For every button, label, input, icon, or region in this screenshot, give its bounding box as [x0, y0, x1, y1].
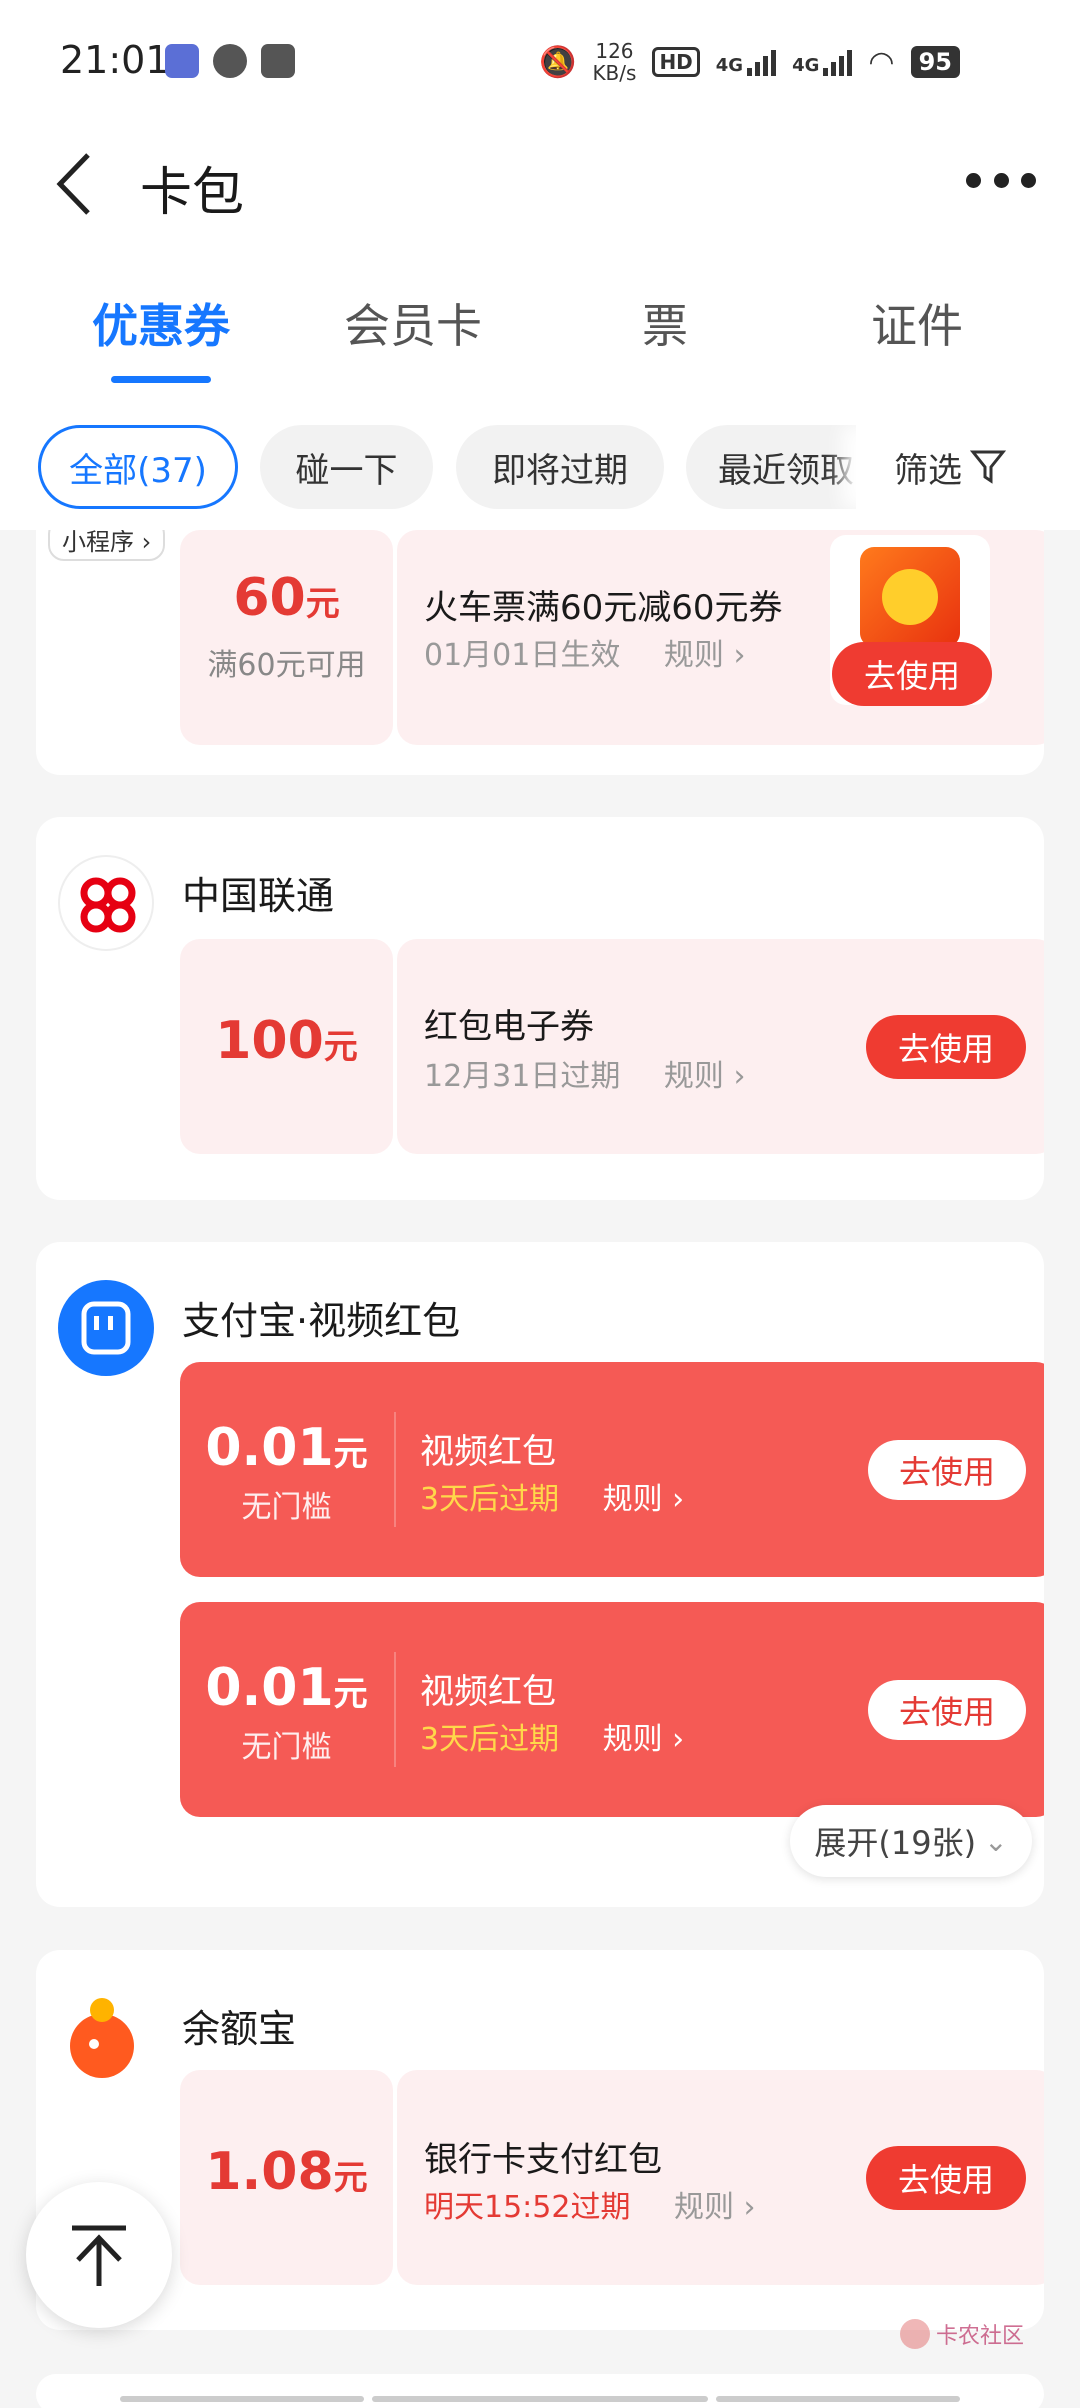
coupon-subline: 明天15:52过期 规则 › [424, 2182, 756, 2226]
coupon-bank-card-red-packet[interactable]: 1.08元 银行卡支付红包 明天15:52过期 规则 › 去使用 [180, 2070, 1044, 2285]
chevron-down-icon: ⌄ [984, 1824, 1008, 1858]
coupon-condition: 满60元可用 [207, 648, 366, 683]
status-time: 21:01 [60, 38, 170, 82]
coupon-amount: 60元 [233, 568, 340, 628]
filter-chips: 全部(37) 碰一下 即将过期 最近领取 筛选 [0, 425, 1080, 513]
status-bar: 21:01 🔕 126 KB/s HD 4G 4G ◠ 95 [0, 0, 1080, 125]
tab-tickets[interactable]: 票 [642, 290, 688, 356]
coupon-date: 01月01日生效 [424, 638, 621, 673]
android-app-icon [165, 44, 199, 78]
use-button[interactable]: 去使用 [868, 1680, 1026, 1740]
signal-4g-1: 4G [716, 48, 777, 76]
coupon-subline: 12月31日过期 规则 › [424, 1051, 745, 1095]
dot [966, 172, 981, 188]
tab-bar: 优惠券 会员卡 票 证件 [0, 290, 1080, 385]
mascot-image [860, 547, 960, 647]
page-indicator [0, 2396, 1080, 2406]
coupon-expire: 12月31日过期 [424, 1059, 621, 1094]
expand-label: 展开(19张) [814, 1824, 977, 1862]
page-title: 卡包 [140, 163, 245, 223]
coupon-expire: 明天15:52过期 [424, 2190, 631, 2225]
more-button[interactable] [966, 165, 1036, 195]
signal-4g-2: 4G [792, 48, 853, 76]
coupon-subline: 3天后过期 规则 › [420, 1714, 684, 1758]
unicom-logo [58, 855, 154, 951]
dot [993, 172, 1009, 188]
arrow-up-icon [72, 2225, 126, 2286]
rule-link[interactable]: 规则 › [603, 1722, 685, 1757]
rule-link[interactable]: 规则 › [664, 1059, 746, 1094]
dot [1021, 172, 1036, 188]
notification-icons [165, 44, 295, 78]
coupon-divider [394, 1652, 396, 1767]
filter-funnel-icon [970, 450, 1006, 484]
mascot-face [882, 569, 938, 625]
rule-link[interactable]: 规则 › [603, 1482, 685, 1517]
back-to-top-button[interactable] [26, 2182, 172, 2328]
signal-bars-icon [747, 48, 777, 76]
coupon-video-red-packet-1[interactable]: 0.01元 无门槛 视频红包 3天后过期 规则 › 去使用 [180, 1362, 1044, 1577]
coupon-amount: 0.01元 [205, 1418, 368, 1478]
mute-bell-icon: 🔕 [539, 44, 577, 80]
use-button[interactable]: 去使用 [832, 642, 992, 706]
coupon-divider [394, 1412, 396, 1527]
coupon-subline: 3天后过期 规则 › [420, 1474, 684, 1518]
signal-bars-icon [823, 48, 853, 76]
coupon-title: 视频红包 [420, 1672, 556, 1712]
coupon-subline: 01月01日生效 规则 › [424, 630, 745, 674]
use-button[interactable]: 去使用 [868, 1440, 1026, 1500]
watermark: 卡农社区 [900, 2318, 1024, 2350]
coupon-title: 红包电子券 [424, 1007, 594, 1047]
rule-link[interactable]: 规则 › [664, 638, 746, 673]
expand-button[interactable]: 展开(19张) ⌄ [790, 1805, 1032, 1877]
tab-membership-cards[interactable]: 会员卡 [344, 290, 482, 356]
network-speed: 126 KB/s [592, 39, 637, 85]
merchant-name: 支付宝·视频红包 [182, 1299, 461, 1343]
coupon-video-red-packet-2[interactable]: 0.01元 无门槛 视频红包 3天后过期 规则 › 去使用 [180, 1602, 1044, 1817]
message-icon [213, 44, 247, 78]
filter-label: 筛选 [894, 450, 962, 491]
watermark-text: 卡农社区 [936, 2324, 1025, 2349]
tab-coupons[interactable]: 优惠券 [92, 290, 230, 356]
coupon-title: 银行卡支付红包 [424, 2140, 662, 2180]
merchant-name: 中国联通 [182, 874, 335, 918]
rule-link[interactable]: 规则 › [674, 2190, 756, 2225]
filter-button[interactable]: 筛选 [856, 425, 1080, 509]
coupon-amount: 0.01元 [205, 1658, 368, 1718]
coupon-condition: 无门槛 [241, 1730, 332, 1765]
tab-active-indicator [111, 376, 211, 383]
coupon-title: 火车票满60元减60元券 [424, 588, 783, 628]
coupon-title: 视频红包 [420, 1432, 556, 1472]
tab-certificates[interactable]: 证件 [871, 290, 963, 356]
battery-indicator: 95 [910, 46, 960, 78]
coupon-card-unicom: 中国联通 100元 红包电子券 12月31日过期 规则 › 去使用 [36, 817, 1044, 1200]
watermark-logo-icon [900, 2319, 930, 2349]
status-indicators: 🔕 126 KB/s HD 4G 4G ◠ 95 [539, 40, 960, 84]
yuebao-logo [58, 1988, 154, 2084]
coupon-expire: 3天后过期 [420, 1722, 560, 1757]
coupon-condition: 无门槛 [241, 1490, 332, 1525]
wifi-icon: ◠ [868, 44, 895, 80]
chip-expiring[interactable]: 即将过期 [456, 425, 664, 509]
use-button[interactable]: 去使用 [866, 2146, 1026, 2210]
nav-bar: 卡包 [0, 125, 1080, 235]
chip-tap[interactable]: 碰一下 [260, 425, 433, 509]
merchant-name: 余额宝 [182, 2007, 297, 2051]
coupon-expire: 3天后过期 [420, 1482, 560, 1517]
alipay-video-logo [58, 1280, 154, 1376]
coupon-red-packet[interactable]: 100元 红包电子券 12月31日过期 规则 › 去使用 [180, 939, 1044, 1154]
coupon-left [180, 530, 393, 745]
hd-icon: HD [652, 47, 700, 77]
coupon-amount: 1.08元 [205, 2142, 368, 2202]
robot-icon [261, 44, 295, 78]
back-button[interactable] [48, 149, 108, 215]
chevron-left-icon [56, 153, 90, 215]
use-button[interactable]: 去使用 [866, 1015, 1026, 1079]
coupon-amount: 100元 [215, 1011, 358, 1071]
chip-all[interactable]: 全部(37) [38, 425, 238, 509]
coupon-card-yuebao: 余额宝 1.08元 银行卡支付红包 明天15:52过期 规则 › 去使用 [36, 1950, 1044, 2330]
header: 21:01 🔕 126 KB/s HD 4G 4G ◠ 95 卡包 优惠券 会员… [0, 0, 1080, 530]
